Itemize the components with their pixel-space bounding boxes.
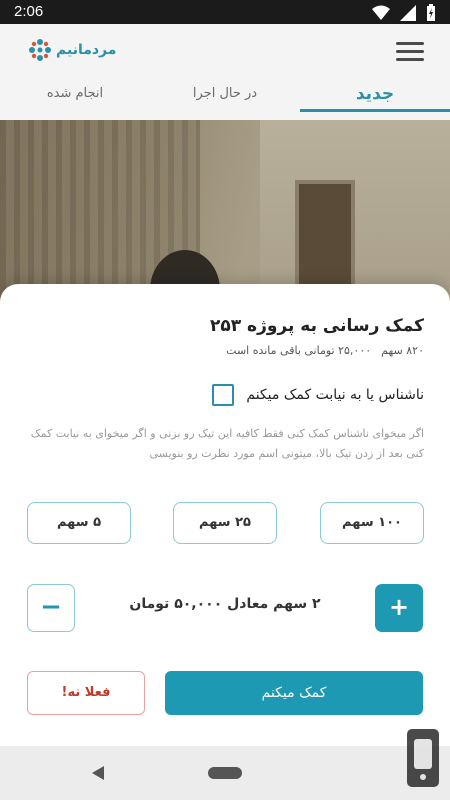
remaining-info: ۸۲۰ سهم ۲۵,۰۰۰ تومانی باقی مانده است [226, 344, 424, 357]
status-bar: 2:06 [0, 0, 450, 24]
increase-button[interactable]: + [375, 584, 423, 632]
battery-charging-icon [427, 4, 435, 21]
sheet-title: کمک رسانی به پروژه ۲۵۳ [209, 316, 424, 336]
status-icons [372, 4, 436, 21]
shares-remaining: ۸۲۰ سهم [381, 344, 424, 357]
logo-text: مردمانیم [56, 42, 117, 58]
status-time: 2:06 [14, 3, 44, 20]
store-watermark-icon [407, 729, 439, 787]
anonymous-checkbox[interactable] [212, 384, 235, 406]
anonymous-option: ناشناس یا به نیابت کمک میکنم [212, 384, 424, 406]
wifi-icon [372, 5, 390, 20]
tab-in-progress[interactable]: در حال اجرا [150, 80, 300, 120]
back-icon[interactable] [92, 766, 104, 780]
anonymous-hint: اگر میخوای ناشناس کمک کنی فقط کافیه این … [30, 427, 424, 460]
decrease-button[interactable]: − [27, 584, 75, 632]
amount-remaining: ۲۵,۰۰۰ تومانی باقی مانده است [226, 344, 372, 357]
quantity-summary: ۲ سهم معادل ۵۰,۰۰۰ تومان [129, 596, 321, 612]
share-option-5[interactable]: ۵ سهم [27, 502, 131, 544]
app-logo: مردمانیم [28, 38, 116, 62]
home-icon[interactable] [208, 767, 242, 779]
hamburger-menu-icon[interactable] [396, 42, 424, 64]
tab-new[interactable]: جدید [300, 80, 450, 120]
not-now-button[interactable]: فعلا نه! [27, 671, 145, 715]
share-option-25[interactable]: ۲۵ سهم [173, 502, 277, 544]
system-nav-bar [0, 746, 450, 800]
anonymous-label: ناشناس یا به نیابت کمک میکنم [246, 387, 424, 403]
signal-icon [400, 4, 416, 21]
app-header: مردمانیم [0, 24, 450, 80]
tab-bar: جدید در حال اجرا انجام شده [0, 80, 450, 120]
logo-emblem-icon [29, 39, 51, 61]
share-option-100[interactable]: ۱۰۰ سهم [320, 502, 424, 544]
donation-sheet: کمک رسانی به پروژه ۲۵۳ ۸۲۰ سهم ۲۵,۰۰۰ تو… [0, 284, 450, 746]
tab-done[interactable]: انجام شده [0, 80, 150, 120]
help-button[interactable]: کمک میکنم [165, 671, 423, 715]
